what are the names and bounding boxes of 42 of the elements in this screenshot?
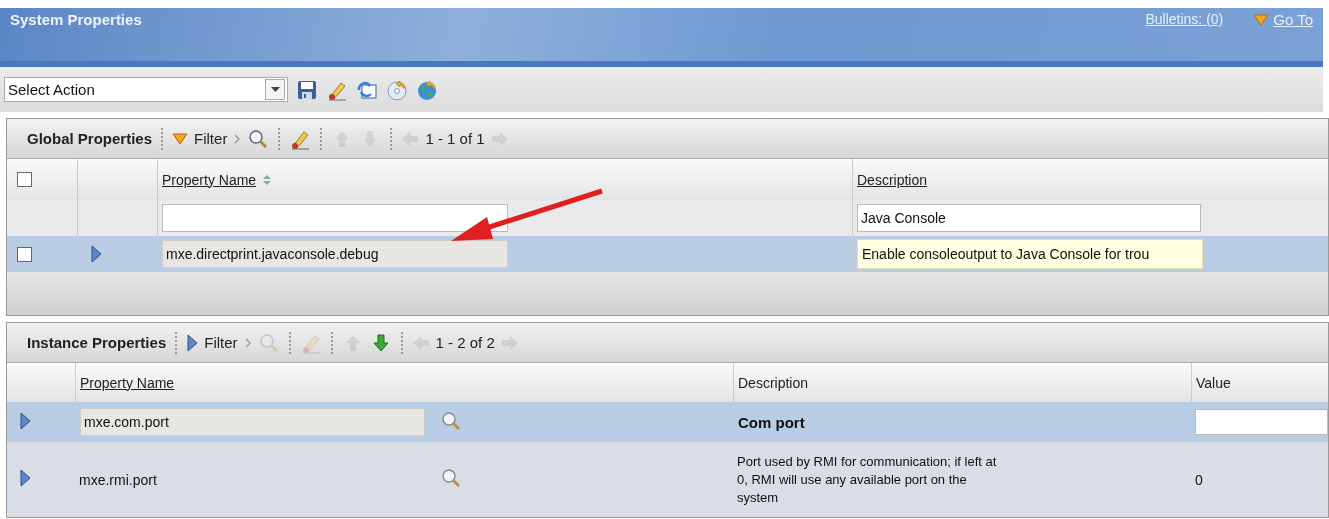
search-icon[interactable] xyxy=(440,467,462,489)
panel-title: Instance Properties xyxy=(27,334,167,351)
row-checkbox[interactable] xyxy=(17,246,32,262)
filter-field[interactable] xyxy=(162,204,508,232)
filter-field[interactable]: Java Console xyxy=(857,204,1201,232)
caret-icon xyxy=(270,87,280,92)
description-cell: Enable consoleoutput to Java Console for trou xyxy=(857,239,1203,269)
pager-text: 1 - 2 of 2 xyxy=(435,334,495,351)
chevron-icon xyxy=(243,337,252,348)
column-header: Description xyxy=(738,374,809,391)
sort-icon[interactable] xyxy=(262,173,273,186)
description-cell: Com port xyxy=(738,413,805,431)
column-header[interactable]: Property Name xyxy=(162,171,257,188)
table-row[interactable]: mxe.directprint.javaconsole.debug Enable consoleoutput to Java Console for trou xyxy=(7,236,1328,272)
save-icon[interactable] xyxy=(296,78,318,101)
panel-title: Global Properties xyxy=(27,130,153,147)
column-header: Value xyxy=(1196,374,1231,391)
value-field[interactable] xyxy=(1195,409,1328,435)
filter-icon[interactable] xyxy=(1253,13,1270,26)
pager-text: 1 - 1 of 1 xyxy=(425,130,485,147)
description-cell: Port used by RMI for communication; if left at 0, RMI will use any available port on the system xyxy=(737,452,997,507)
filter-icon[interactable] xyxy=(172,132,189,145)
chevron-icon xyxy=(233,133,242,144)
expand-arrow-icon[interactable] xyxy=(19,411,31,430)
search-icon[interactable] xyxy=(440,409,462,432)
search-icon[interactable] xyxy=(247,127,270,150)
filter-toggle[interactable]: Filter xyxy=(172,130,228,147)
table-row[interactable]: mxe.rmi.port Port used by RMI for communication; if left at 0, RMI will use any available port on the system 0 xyxy=(7,442,1328,517)
expand-arrow-icon[interactable] xyxy=(90,245,102,263)
property-name-cell: mxe.rmi.port xyxy=(79,471,157,488)
select-all-checkbox[interactable] xyxy=(17,172,32,187)
expand-arrow-icon[interactable] xyxy=(19,469,31,487)
value-cell: 0 xyxy=(1195,471,1203,488)
window-title: System Properties xyxy=(10,11,143,28)
property-name-cell: mxe.directprint.javaconsole.debug xyxy=(162,240,508,268)
property-name-field[interactable]: mxe.com.port xyxy=(80,408,425,436)
action-dropdown[interactable]: Select Action xyxy=(4,77,288,102)
filter-toggle[interactable]: Filter xyxy=(186,333,238,352)
table-row[interactable]: mxe.com.port Com port xyxy=(7,402,1328,442)
column-header[interactable]: Description xyxy=(857,171,928,188)
column-header[interactable]: Property Name xyxy=(80,374,175,391)
expand-arrow-icon[interactable] xyxy=(186,333,199,352)
